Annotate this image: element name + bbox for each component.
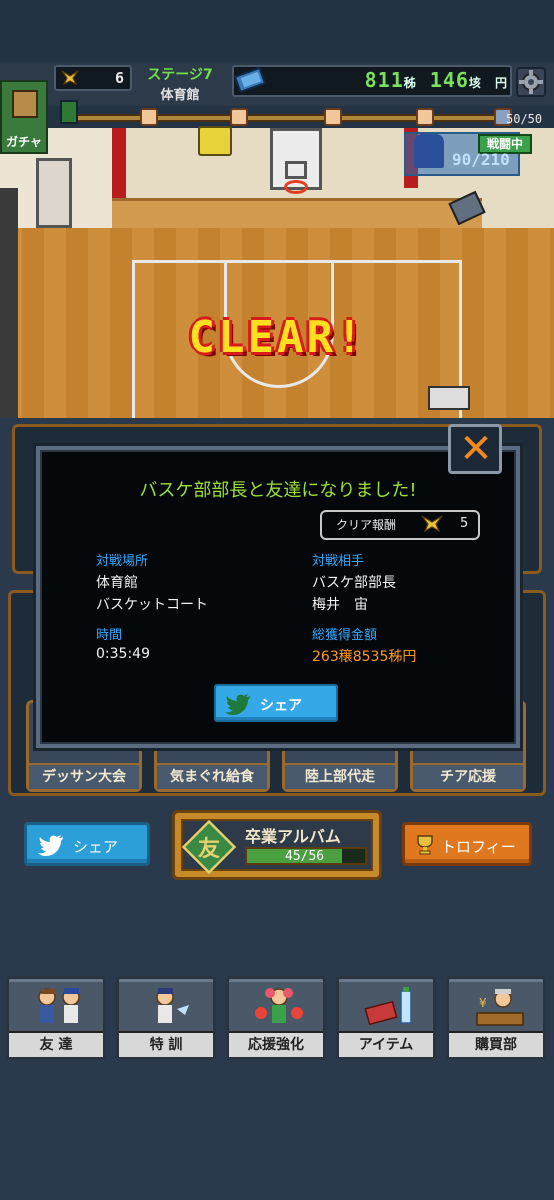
gacha-button[interactable]: ガチャ	[0, 80, 48, 154]
location-label: 対戦場所	[96, 554, 149, 569]
notebook-icon[interactable]	[198, 126, 232, 156]
album-count: 45/56	[285, 849, 325, 864]
medal-counter: 6	[54, 65, 132, 91]
shop-keeper-icon: ¥	[476, 989, 524, 1026]
nav-items[interactable]: アイテム	[336, 976, 436, 1060]
clear-reward-label: クリア報酬	[336, 518, 397, 532]
opponent-label: 対戦相手	[312, 554, 365, 569]
total-money-value: 263穣8535秭円	[312, 649, 417, 665]
basketball-hoop	[284, 180, 308, 194]
stage-progress-text: 50/50	[506, 112, 543, 126]
twitter-bird-icon	[38, 835, 63, 856]
nav-label: アイテム	[339, 1031, 433, 1057]
gacha-label: ガチャ	[6, 135, 42, 149]
trophy-button[interactable]: トロフィー	[402, 822, 532, 866]
training-character-icon	[156, 988, 189, 1023]
clear-banner: CLEAR!	[188, 312, 366, 363]
nav-shop[interactable]: ¥ 購買部	[446, 976, 546, 1060]
nav-friends[interactable]: 友 達	[6, 976, 106, 1060]
time-label: 時間	[96, 628, 123, 643]
clear-reward-count: 5	[460, 516, 469, 531]
nav-label: 特 訓	[119, 1031, 213, 1057]
share-label: シェア	[73, 838, 119, 856]
stage-label: ステージ7	[147, 67, 213, 83]
location-value-1: 体育館	[96, 575, 138, 591]
bg-card-label: デッサン大会	[29, 763, 139, 789]
nav-label: 応援強化	[229, 1031, 323, 1057]
trophy-label: トロフィー	[441, 838, 516, 856]
graduation-album-button[interactable]: 友 卒業アルバム 45/56	[172, 810, 382, 880]
medal-count: 6	[114, 69, 124, 87]
items-icon	[364, 987, 412, 1026]
svg-text:¥: ¥	[479, 996, 487, 1010]
share-button[interactable]: シェア	[24, 822, 150, 866]
medal-icon	[421, 515, 443, 533]
opponent-face-icon	[416, 108, 434, 126]
exit-door-icon[interactable]	[60, 100, 78, 124]
cheerleader-icon	[255, 988, 303, 1023]
stage-place: 体育館	[160, 88, 200, 103]
bg-card-label: 気まぐれ給食	[157, 763, 267, 789]
money-amount: 811秭 146垓 円	[272, 68, 508, 92]
album-icon-text: 友	[197, 837, 220, 862]
money-unit-3: 円	[494, 76, 508, 90]
bg-card-label: チア応援	[413, 763, 523, 789]
nav-label: 友 達	[9, 1031, 103, 1057]
gear-icon	[519, 70, 543, 94]
close-icon: ✕	[459, 426, 493, 472]
enemy-avatar	[414, 134, 444, 168]
close-button[interactable]: ✕	[448, 424, 502, 474]
location-value-2: バスケットコート	[96, 597, 208, 613]
opponent-value-2: 梅井 宙	[312, 597, 368, 613]
enemy-hp: 90/210	[452, 150, 510, 169]
nav-label: 購買部	[449, 1031, 543, 1057]
money-bill-icon	[234, 66, 267, 94]
opponent-face-icon	[324, 108, 342, 126]
time-value: 0:35:49	[96, 646, 150, 662]
nav-training[interactable]: 特 訓	[116, 976, 216, 1060]
settings-button[interactable]	[516, 67, 546, 97]
ball-basket	[428, 386, 470, 410]
money-mid: 146	[429, 68, 469, 92]
trophy-icon	[417, 835, 433, 855]
dialog-share-label: シェア	[260, 698, 302, 714]
bg-card-label: 陸上部代走	[285, 763, 395, 789]
dialog-share-button[interactable]: シェア	[214, 684, 338, 722]
money-unit-1: 秭	[403, 76, 417, 90]
opponent-value-1: バスケ部部長	[312, 575, 396, 591]
gym-door	[36, 158, 72, 228]
house-icon	[12, 90, 38, 118]
opponent-face-icon	[230, 108, 248, 126]
stage-progress-track	[70, 114, 500, 122]
twitter-bird-icon	[225, 694, 250, 715]
money-main: 811	[364, 68, 404, 92]
friends-characters-icon	[38, 988, 80, 1023]
money-unit-2: 垓	[468, 76, 482, 90]
medal-icon	[61, 70, 79, 86]
nav-cheer-boost[interactable]: 応援強化	[226, 976, 326, 1060]
dialog-title: バスケ部部長と友達になりました!	[139, 480, 417, 501]
opponent-face-icon	[140, 108, 158, 126]
album-label: 卒業アルバム	[245, 827, 341, 846]
total-money-label: 総獲得金額	[312, 628, 378, 643]
